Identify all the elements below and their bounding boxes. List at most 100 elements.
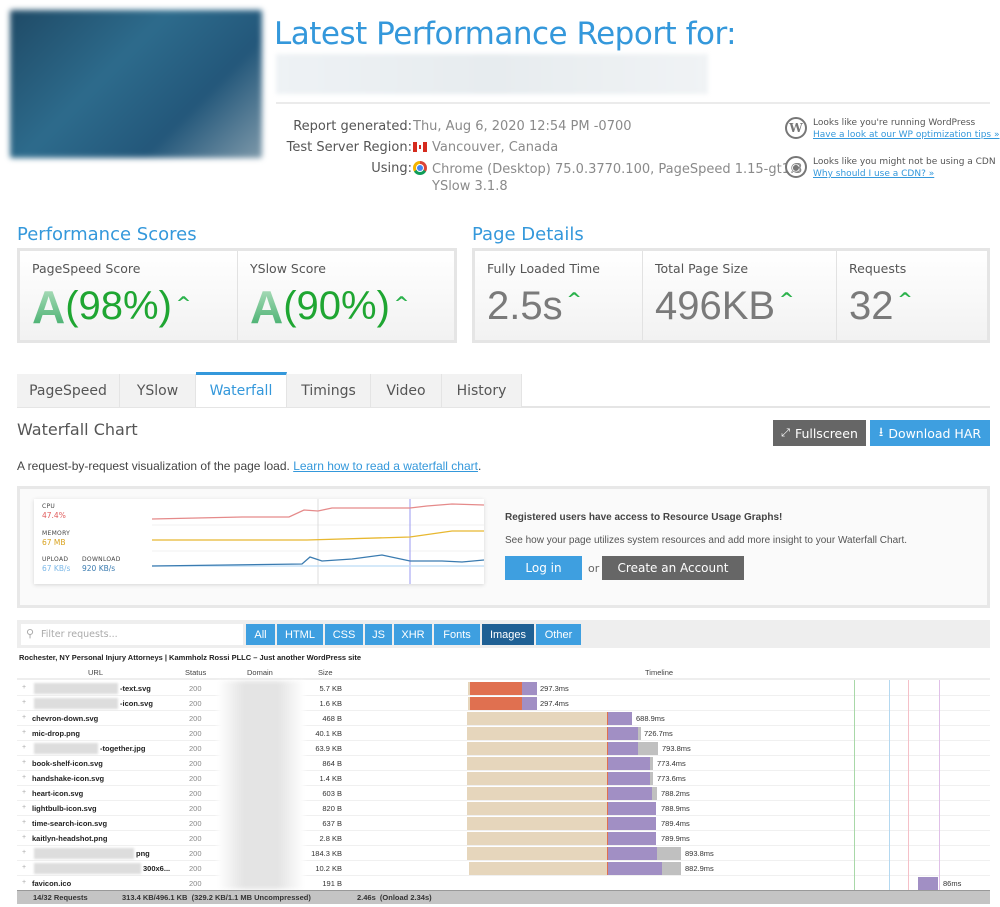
tab-yslow[interactable]: YSlow	[120, 374, 196, 407]
table-row[interactable]: + lightbulb-icon.svg 200 820 B 788.9ms	[17, 801, 990, 816]
fullscreen-button[interactable]: ⤢ Fullscreen	[773, 420, 866, 446]
tested-url-redacted[interactable]	[276, 54, 708, 94]
request-url[interactable]: lightbulb-icon.svg	[32, 804, 97, 813]
or-text: or	[588, 562, 600, 575]
tab-pagespeed[interactable]: PageSpeed	[17, 374, 120, 407]
request-url[interactable]: 300x6...	[143, 864, 170, 873]
request-size: 40.1 KB	[315, 729, 342, 738]
page-size-value: 496KB	[655, 284, 776, 328]
request-size: 184.3 KB	[311, 849, 342, 858]
trend-up-icon: ^	[566, 289, 582, 310]
cdn-tip-text: Looks like you might not be using a CDN	[813, 157, 996, 167]
filter-images[interactable]: Images	[482, 624, 534, 645]
table-row[interactable]: + mic-drop.png 200 40.1 KB 726.7ms	[17, 726, 990, 741]
request-size: 820 B	[322, 804, 342, 813]
tab-waterfall[interactable]: Waterfall	[196, 372, 287, 407]
using-label: Using:	[371, 161, 412, 176]
filter-js[interactable]: JS	[365, 624, 392, 645]
search-icon: ⚲	[26, 627, 35, 640]
table-row[interactable]: + -icon.svg 200 1.6 KB 297.4ms	[17, 696, 990, 711]
request-url[interactable]: -icon.svg	[120, 699, 153, 708]
blocked-bar	[467, 802, 607, 815]
tab-history[interactable]: History	[442, 374, 522, 407]
wordpress-tip: W Looks like you're running WordPress Hav…	[785, 117, 1000, 141]
table-row[interactable]: + favicon.ico 200 191 B 86ms	[17, 876, 990, 891]
table-row[interactable]: + book-shelf-icon.svg 200 864 B 773.4ms	[17, 756, 990, 771]
request-url[interactable]: png	[136, 849, 150, 858]
request-url[interactable]: kaitlyn-headshot.png	[32, 834, 107, 843]
table-row[interactable]: + handshake-icon.svg 200 1.4 KB 773.6ms	[17, 771, 990, 786]
request-url[interactable]: time-search-icon.svg	[32, 819, 107, 828]
tab-video[interactable]: Video	[371, 374, 442, 407]
table-row[interactable]: + heart-icon.svg 200 603 B 788.2ms	[17, 786, 990, 801]
filter-fonts[interactable]: Fonts	[434, 624, 480, 645]
table-row[interactable]: + -text.svg 200 5.7 KB 297.3ms	[17, 681, 990, 696]
connect-bar	[470, 697, 522, 710]
expand-row-icon[interactable]: +	[22, 849, 26, 856]
receive-bar	[657, 847, 681, 860]
blocked-bar	[467, 772, 607, 785]
request-time: 793.8ms	[662, 744, 691, 753]
request-url[interactable]: chevron-down.svg	[32, 714, 98, 723]
expand-row-icon[interactable]: +	[22, 744, 26, 751]
download-icon: ⭳	[878, 423, 884, 439]
table-row[interactable]: + chevron-down.svg 200 468 B 688.9ms	[17, 711, 990, 726]
create-account-button[interactable]: Create an Account	[602, 556, 744, 580]
col-size[interactable]: Size	[318, 668, 333, 677]
trend-up-icon: ^	[779, 289, 795, 310]
wordpress-icon: W	[785, 117, 807, 139]
expand-row-icon[interactable]: +	[22, 684, 26, 691]
expand-row-icon[interactable]: +	[22, 804, 26, 811]
table-row[interactable]: + png 200 184.3 KB 893.8ms	[17, 846, 990, 861]
wait-bar	[608, 817, 656, 830]
cdn-link[interactable]: Why should I use a CDN? »	[813, 169, 934, 179]
request-url[interactable]: heart-icon.svg	[32, 789, 83, 798]
request-size: 637 B	[322, 819, 342, 828]
tab-timings[interactable]: Timings	[287, 374, 371, 407]
download-har-button[interactable]: ⭳ Download HAR	[870, 420, 990, 446]
resource-usage-promo: CPU 47.4% MEMORY 67 MB UPLOAD 67 KB/s DO…	[17, 486, 990, 608]
footer-requests: 14/32 Requests	[33, 893, 88, 902]
wait-bar	[608, 787, 652, 800]
table-row[interactable]: + kaitlyn-headshot.png 200 2.8 KB 789.9ms	[17, 831, 990, 846]
request-size: 1.6 KB	[319, 699, 342, 708]
learn-waterfall-link[interactable]: Learn how to read a waterfall chart	[293, 459, 478, 473]
wp-tips-link[interactable]: Have a look at our WP optimization tips …	[813, 130, 1000, 140]
expand-row-icon[interactable]: +	[22, 879, 26, 886]
request-url[interactable]: favicon.ico	[32, 879, 71, 888]
request-status: 200	[189, 774, 202, 783]
col-url[interactable]: URL	[88, 668, 103, 677]
expand-row-icon[interactable]: +	[22, 819, 26, 826]
header-divider	[276, 102, 990, 104]
col-domain[interactable]: Domain	[247, 668, 273, 677]
table-row[interactable]: + time-search-icon.svg 200 637 B 789.4ms	[17, 816, 990, 831]
pagespeed-score-label: PageSpeed Score	[32, 261, 141, 276]
expand-row-icon[interactable]: +	[22, 729, 26, 736]
request-url[interactable]: book-shelf-icon.svg	[32, 759, 103, 768]
table-row[interactable]: +300x6... 200 10.2 KB 882.9ms	[17, 861, 990, 876]
filter-html[interactable]: HTML	[277, 624, 323, 645]
filter-all[interactable]: All	[246, 624, 275, 645]
request-time: 773.6ms	[657, 774, 686, 783]
expand-row-icon[interactable]: +	[22, 774, 26, 781]
request-size: 5.7 KB	[319, 684, 342, 693]
request-url[interactable]: mic-drop.png	[32, 729, 80, 738]
col-status[interactable]: Status	[185, 668, 206, 677]
expand-row-icon[interactable]: +	[22, 834, 26, 841]
filter-other[interactable]: Other	[536, 624, 581, 645]
expand-row-icon[interactable]: +	[22, 759, 26, 766]
table-row[interactable]: + -together.jpg 200 63.9 KB 793.8ms	[17, 741, 990, 756]
login-button[interactable]: Log in	[505, 556, 582, 580]
request-url[interactable]: -text.svg	[120, 684, 151, 693]
request-time: 882.9ms	[685, 864, 714, 873]
filter-xhr[interactable]: XHR	[394, 624, 432, 645]
expand-row-icon[interactable]: +	[22, 789, 26, 796]
request-url[interactable]: -together.jpg	[100, 744, 145, 753]
filter-requests-input[interactable]: Filter requests...	[21, 624, 243, 645]
expand-row-icon[interactable]: +	[22, 699, 26, 706]
expand-row-icon[interactable]: +	[22, 714, 26, 721]
request-size: 603 B	[322, 789, 342, 798]
expand-row-icon[interactable]: +	[22, 864, 26, 871]
filter-css[interactable]: CSS	[325, 624, 363, 645]
request-url[interactable]: handshake-icon.svg	[32, 774, 104, 783]
